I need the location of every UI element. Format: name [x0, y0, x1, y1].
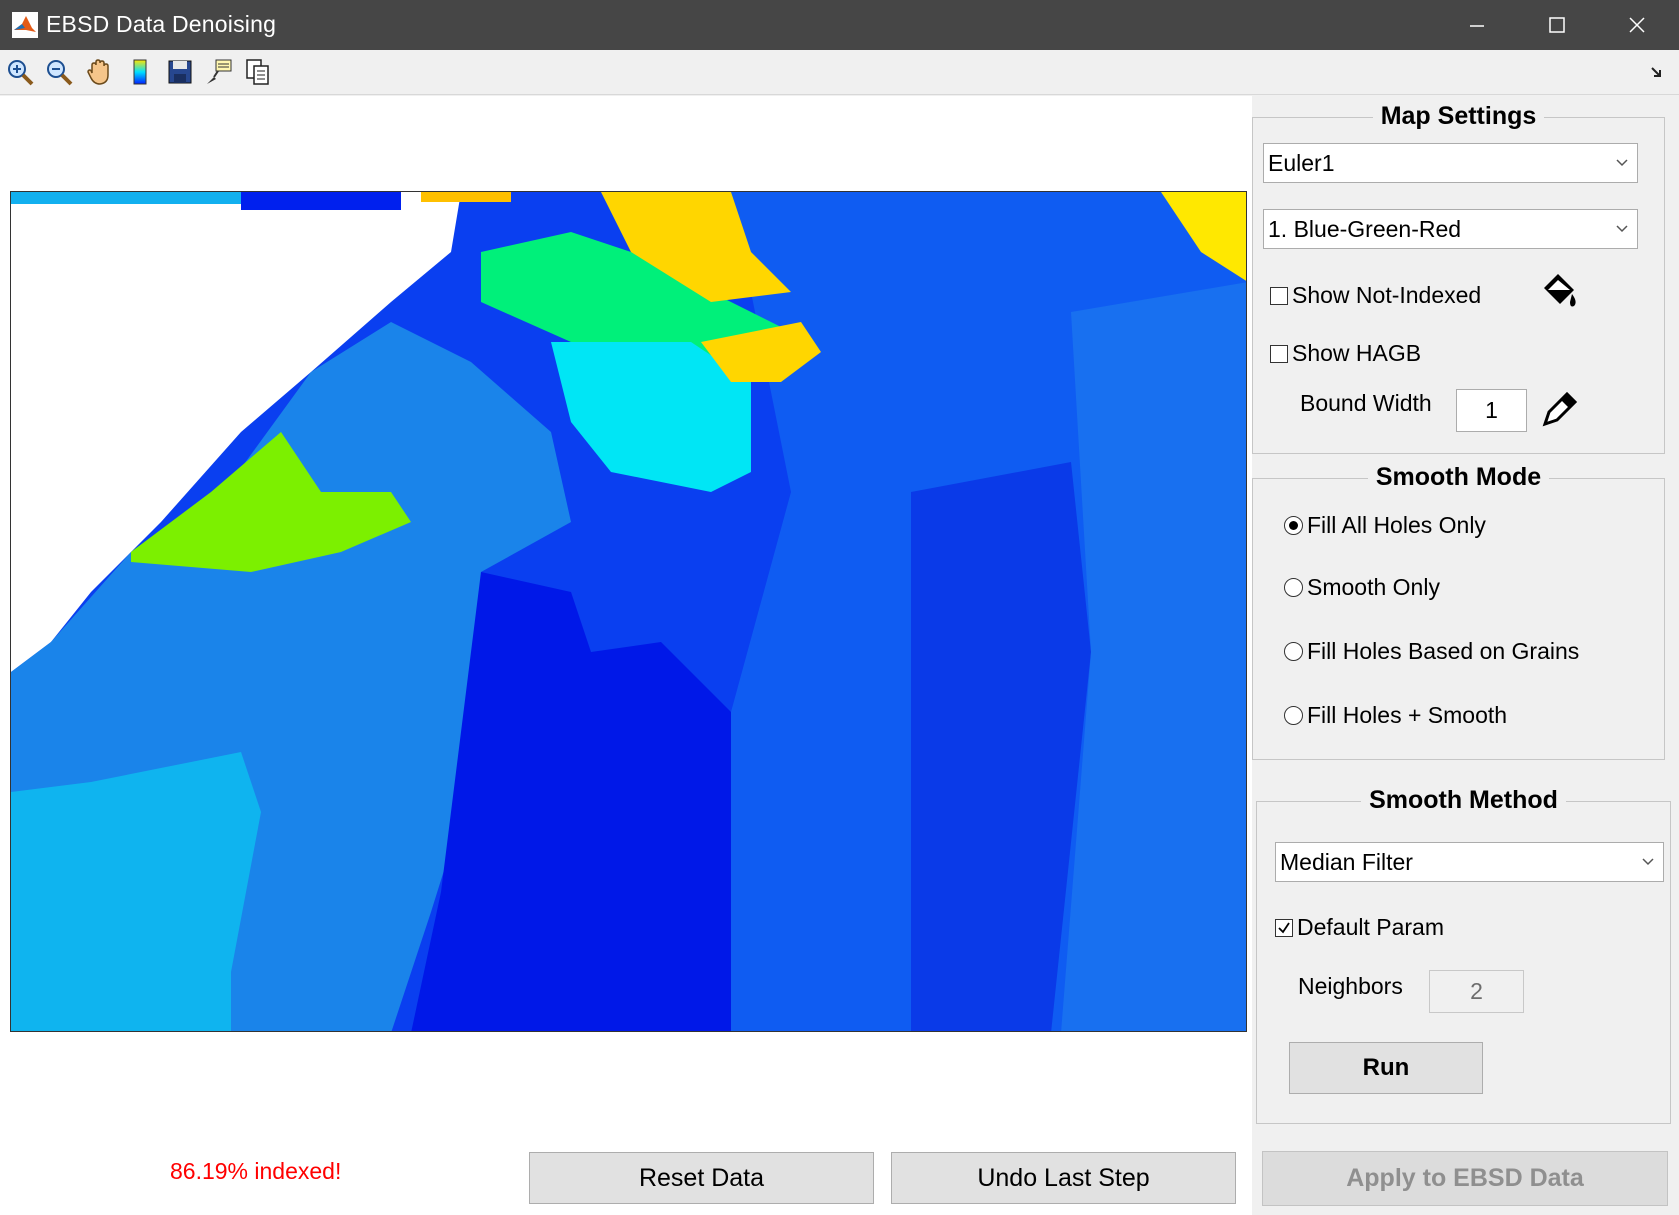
bound-width-input[interactable]: 1 [1456, 389, 1527, 432]
bound-width-label: Bound Width [1300, 390, 1432, 416]
save-icon [168, 60, 192, 84]
zoom-in-icon [8, 60, 34, 86]
radio-fill-holes-smooth[interactable]: Fill Holes + Smooth [1284, 702, 1507, 729]
radio-button[interactable] [1284, 516, 1303, 535]
map-settings-title: Map Settings [1372, 102, 1545, 130]
indexed-status: 86.19% indexed! [170, 1158, 342, 1184]
default-param-checkbox[interactable]: Default Param [1275, 914, 1444, 941]
radio-label: Fill Holes + Smooth [1307, 702, 1508, 728]
minimize-button[interactable] [1437, 0, 1517, 50]
data-cursor-tool[interactable] [203, 56, 235, 88]
zoom-out-icon [47, 60, 73, 86]
show-not-indexed-label: Show Not-Indexed [1292, 282, 1482, 308]
colorbar-icon [133, 59, 147, 85]
undock-arrow-icon [1651, 67, 1661, 77]
neighbors-label: Neighbors [1298, 973, 1403, 999]
ebsd-map-image [11, 192, 1246, 1031]
default-param-label: Default Param [1297, 914, 1445, 940]
checkbox-box[interactable] [1275, 918, 1293, 937]
map-settings-panel: Map Settings Euler1 1. Blue-Green-Red Sh… [1252, 102, 1665, 454]
close-icon [1629, 17, 1645, 33]
checkbox-box[interactable] [1270, 286, 1288, 305]
property-select-value: Euler1 [1268, 149, 1335, 176]
radio-label: Fill Holes Based on Grains [1307, 638, 1580, 664]
show-hagb-checkbox[interactable]: Show HAGB [1270, 340, 1421, 367]
copy-figure-icon [246, 59, 269, 85]
radio-fill-holes-grains[interactable]: Fill Holes Based on Grains [1284, 638, 1579, 665]
close-button[interactable] [1597, 0, 1677, 50]
pan-hand-icon [87, 59, 109, 85]
radio-button[interactable] [1284, 578, 1303, 597]
ebsd-orientation-map[interactable] [10, 191, 1247, 1032]
pan-tool[interactable] [84, 56, 116, 88]
chevron-down-icon [1642, 858, 1654, 866]
copy-figure-tool[interactable] [242, 56, 274, 88]
maximize-icon [1549, 17, 1565, 33]
minimize-icon [1470, 25, 1484, 27]
show-not-indexed-checkbox[interactable]: Show Not-Indexed [1270, 282, 1481, 309]
window-title: EBSD Data Denoising [46, 11, 277, 37]
smooth-mode-title: Smooth Mode [1367, 463, 1550, 491]
radio-button[interactable] [1284, 642, 1303, 661]
fill-color-button[interactable] [1538, 270, 1582, 314]
colormap-select[interactable]: 1. Blue-Green-Red [1263, 209, 1638, 249]
title-bar: EBSD Data Denoising [0, 0, 1679, 50]
maximize-button[interactable] [1517, 0, 1597, 50]
radio-label: Smooth Only [1307, 574, 1440, 600]
smooth-mode-panel: Smooth Mode Fill All Holes Only Smooth O… [1252, 463, 1665, 760]
pen-icon [1542, 391, 1578, 427]
matlab-logo-icon [12, 12, 38, 38]
smooth-method-title: Smooth Method [1361, 786, 1566, 814]
zoom-out-tool[interactable] [43, 56, 75, 88]
run-button[interactable]: Run [1289, 1042, 1483, 1094]
paint-bucket-icon [1544, 274, 1576, 307]
colorbar-tool[interactable] [124, 56, 156, 88]
radio-fill-all-holes[interactable]: Fill All Holes Only [1284, 512, 1486, 539]
show-hagb-label: Show HAGB [1292, 340, 1422, 366]
chevron-down-icon [1616, 159, 1628, 167]
dock-toolbar-button[interactable] [1645, 60, 1669, 84]
colormap-select-value: 1. Blue-Green-Red [1268, 215, 1462, 242]
undo-last-step-button[interactable]: Undo Last Step [891, 1152, 1236, 1204]
zoom-in-tool[interactable] [4, 56, 36, 88]
data-cursor-icon [207, 59, 232, 84]
radio-label: Fill All Holes Only [1307, 512, 1486, 538]
figure-toolbar [0, 50, 1679, 95]
method-select-value: Median Filter [1280, 848, 1413, 875]
reset-data-button[interactable]: Reset Data [529, 1152, 874, 1204]
apply-to-ebsd-data-button[interactable]: Apply to EBSD Data [1262, 1151, 1668, 1206]
check-mark-icon [1278, 922, 1290, 933]
radio-smooth-only[interactable]: Smooth Only [1284, 574, 1440, 601]
neighbors-input[interactable]: 2 [1429, 970, 1524, 1013]
save-tool[interactable] [164, 56, 196, 88]
boundary-color-button[interactable] [1539, 386, 1583, 430]
property-select[interactable]: Euler1 [1263, 143, 1638, 183]
checkbox-box[interactable] [1270, 344, 1288, 363]
smooth-method-panel: Smooth Method Median Filter Default Para… [1256, 786, 1671, 1124]
chevron-down-icon [1616, 225, 1628, 233]
plot-area: 86.19% indexed! Reset Data Undo Last Ste… [0, 96, 1252, 1215]
method-select[interactable]: Median Filter [1275, 842, 1664, 882]
radio-button[interactable] [1284, 706, 1303, 725]
